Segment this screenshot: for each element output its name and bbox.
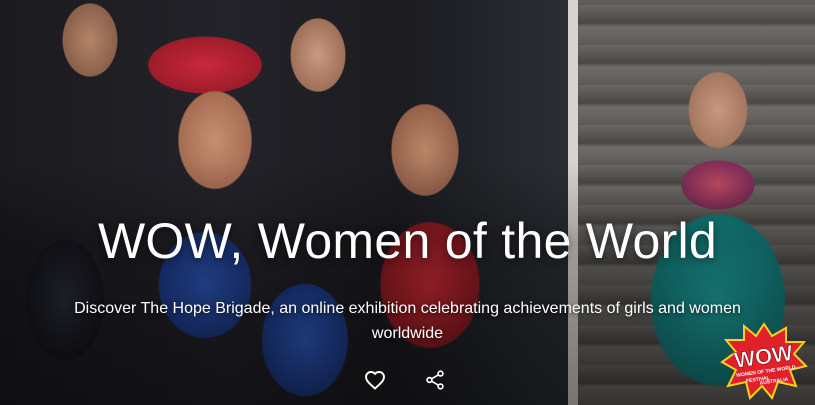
wow-festival-logo: WOW WOMEN OF THE WORLD FESTIVAL AUSTRALI… [720, 322, 808, 400]
exhibition-hero[interactable]: WOW, Women of the World Discover The Hop… [0, 0, 815, 405]
share-icon [426, 370, 444, 390]
exhibition-subtitle: Discover The Hope Brigade, an online exh… [74, 300, 741, 342]
exhibition-title: WOW, Women of the World [97, 213, 718, 269]
heart-outline-icon [365, 371, 385, 390]
hero-actions [0, 366, 815, 394]
like-button[interactable] [361, 366, 389, 394]
share-button[interactable] [421, 366, 449, 394]
